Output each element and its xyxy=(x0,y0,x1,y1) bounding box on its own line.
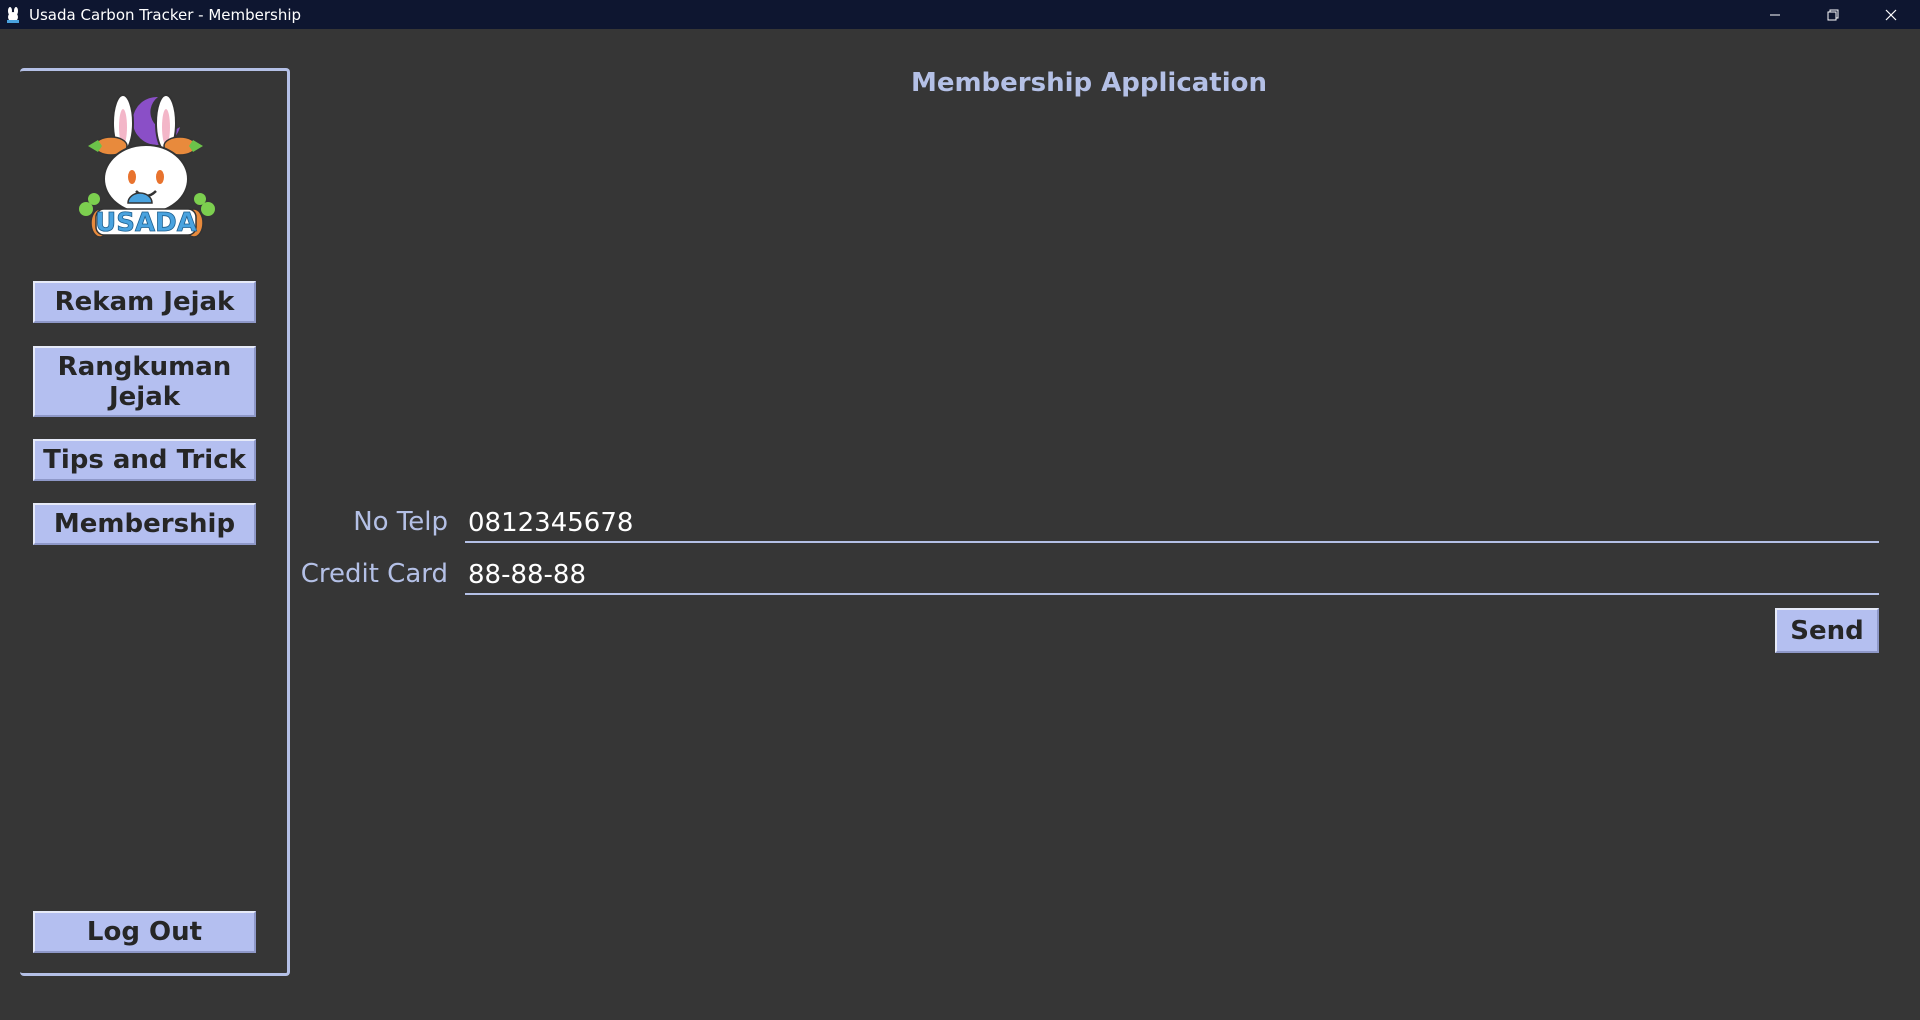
svg-text:USADA: USADA xyxy=(95,208,197,238)
logout-label: Log Out xyxy=(86,917,203,947)
restore-icon xyxy=(1827,9,1839,20)
usada-logo: USADA xyxy=(66,91,226,246)
sidebar-item-label: Tips and Trick xyxy=(43,445,246,475)
sidebar-item-rekam-jejak[interactable]: Rekam Jejak xyxy=(33,281,256,323)
sidebar-item-label: Rekam Jejak xyxy=(54,287,235,317)
credit-card-label: Credit Card xyxy=(300,559,448,589)
close-button[interactable] xyxy=(1862,0,1920,29)
credit-card-field[interactable]: 88-88-88 xyxy=(465,555,1879,595)
send-button[interactable]: Send xyxy=(1775,608,1879,653)
restore-button[interactable] xyxy=(1804,0,1862,29)
sidebar-item-rangkuman-jejak[interactable]: Rangkuman Jejak xyxy=(33,346,256,417)
app-rabbit-icon xyxy=(3,5,23,25)
logout-button[interactable]: Log Out xyxy=(33,911,256,953)
page-title: Membership Application xyxy=(910,68,1268,98)
no-telp-label: No Telp xyxy=(353,507,448,537)
title-bar: Usada Carbon Tracker - Membership xyxy=(0,0,1920,29)
minimize-button[interactable] xyxy=(1746,0,1804,29)
sidebar: USADA Rekam Jejak Rangkuman Jejak Tips a… xyxy=(20,68,290,976)
close-icon xyxy=(1885,9,1897,20)
send-label: Send xyxy=(1790,615,1864,646)
sidebar-item-label: Rangkuman Jejak xyxy=(57,351,232,412)
minimize-icon xyxy=(1770,14,1780,15)
no-telp-field[interactable]: 0812345678 xyxy=(465,503,1879,543)
sidebar-item-tips-and-trick[interactable]: Tips and Trick xyxy=(33,439,256,481)
sidebar-item-membership[interactable]: Membership xyxy=(33,503,256,545)
sidebar-item-label: Membership xyxy=(53,509,236,539)
window-title: Usada Carbon Tracker - Membership xyxy=(29,5,302,24)
